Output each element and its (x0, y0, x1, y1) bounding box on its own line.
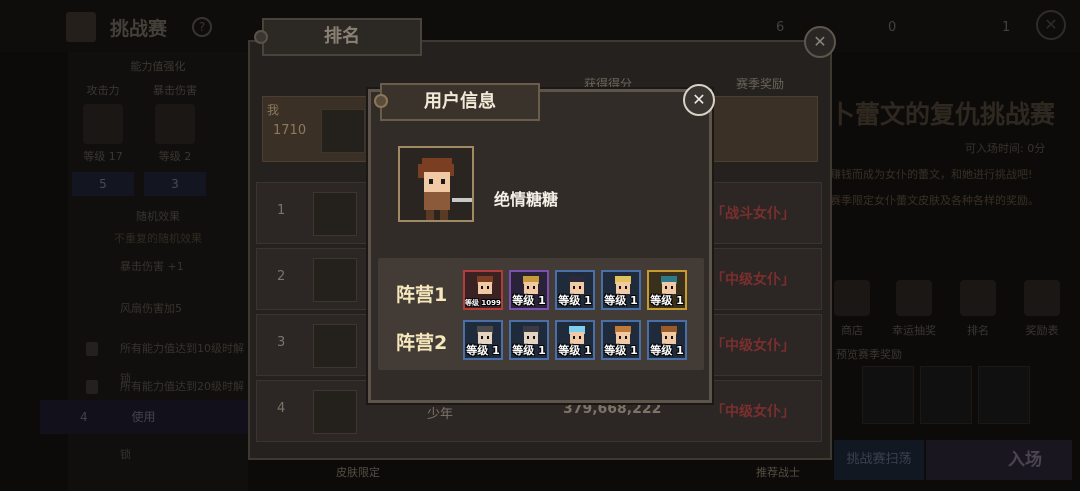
ranking-tab: 排名 (262, 18, 422, 56)
user-info-tab: 用户信息 (380, 83, 540, 121)
hero-level: 等级 1 (512, 294, 546, 307)
rank-avatar[interactable] (313, 258, 357, 302)
hero-slot[interactable]: 等级 1 (601, 270, 641, 310)
rank-score: 379,668,222 (563, 401, 662, 417)
rank-avatar[interactable] (313, 192, 357, 236)
hero-level: 等级 1 (604, 294, 638, 307)
hero-slot[interactable]: 等级 1 (555, 320, 595, 360)
hero-level: 等级 1 (512, 344, 546, 357)
hero-level: 等级 1 (466, 344, 500, 357)
rank-number: 4 (277, 401, 286, 416)
team-2-label: 阵营2 (396, 332, 448, 354)
rank-player-name: 少年 (427, 407, 454, 422)
hero-slot[interactable]: 等级 1 (647, 320, 687, 360)
character-portrait-icon (418, 158, 472, 220)
pin-icon (374, 94, 388, 108)
rank-number: 2 (277, 269, 286, 284)
rank-avatar[interactable] (313, 390, 357, 434)
reward-header: 赛季奖励 (736, 77, 785, 91)
team-1-label: 阵营1 (396, 284, 448, 306)
hero-slot[interactable]: 等级 1 (555, 270, 595, 310)
rank-avatar[interactable] (313, 324, 357, 368)
my-label: 我 (267, 103, 280, 117)
user-avatar (398, 146, 474, 222)
recommended-label: 推荐战士 (756, 466, 800, 479)
pin-icon (254, 30, 268, 44)
rank-reward: 「中级女仆」 (711, 272, 795, 288)
skin-limited-label: 皮肤限定 (336, 466, 380, 479)
hero-level: 等级 1 (604, 344, 638, 357)
my-score: 1710 (273, 123, 307, 138)
close-icon[interactable]: ✕ (683, 84, 715, 116)
hero-slot[interactable]: 等级 1 (601, 320, 641, 360)
hero-slot[interactable]: 等级 1 (509, 320, 549, 360)
rank-number: 1 (277, 203, 286, 218)
hero-level: 等级 1 (650, 344, 684, 357)
my-avatar (321, 109, 365, 153)
hero-slot[interactable]: 等级 10999 (463, 270, 503, 310)
hero-slot[interactable]: 等级 1 (647, 270, 687, 310)
hero-level: 等级 1 (558, 294, 592, 307)
rank-reward: 「中级女仆」 (711, 404, 795, 420)
hero-slot[interactable]: 等级 1 (463, 320, 503, 360)
hero-level: 等级 1 (650, 294, 684, 307)
rank-number: 3 (277, 335, 286, 350)
ranking-close-icon[interactable]: ✕ (804, 26, 836, 58)
rank-reward: 「战斗女仆」 (711, 206, 795, 222)
hero-level: 等级 1 (558, 344, 592, 357)
hero-level: 等级 10999 (465, 299, 503, 307)
user-name: 绝情糖糖 (494, 190, 559, 209)
rank-reward: 「中级女仆」 (711, 338, 795, 354)
hero-slot[interactable]: 等级 1 (509, 270, 549, 310)
